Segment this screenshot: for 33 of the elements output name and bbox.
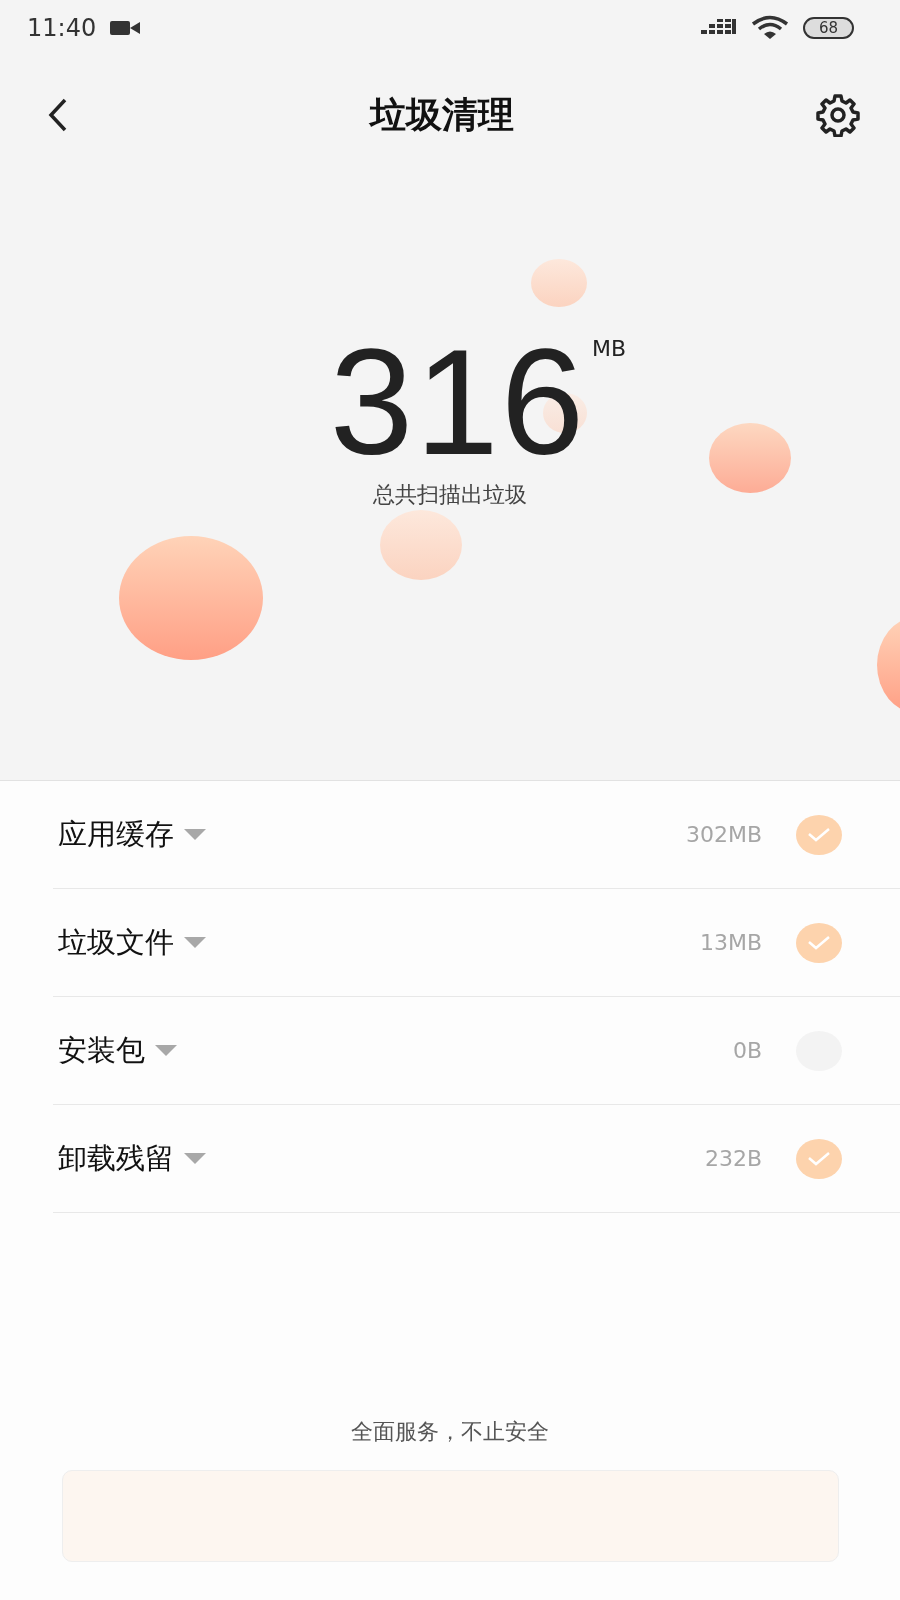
back-icon xyxy=(48,98,68,132)
junk-category-row[interactable]: 卸载残留 232B xyxy=(53,1105,900,1213)
checkbox[interactable] xyxy=(796,1138,842,1179)
category-size: 13MB xyxy=(699,930,762,955)
junk-amount: 316 xyxy=(329,334,587,470)
junk-category-row[interactable]: 安装包 0B xyxy=(53,997,900,1105)
amount-unit: MB xyxy=(592,336,627,361)
category-label: 垃圾文件 xyxy=(58,923,174,961)
caret-icon[interactable] xyxy=(184,936,206,949)
video-camera-icon xyxy=(110,18,141,38)
status-time: 11:40 xyxy=(27,14,97,42)
checkbox[interactable] xyxy=(796,922,842,963)
page-title: 垃圾清理 xyxy=(370,92,514,137)
junk-category-row[interactable]: 垃圾文件 13MB xyxy=(53,889,900,997)
category-size: 0B xyxy=(732,1038,762,1063)
checkmark-icon xyxy=(807,1150,831,1167)
caret-icon[interactable] xyxy=(184,828,206,841)
checkbox[interactable] xyxy=(796,814,842,855)
category-label: 安装包 xyxy=(58,1031,145,1069)
category-label: 卸载残留 xyxy=(58,1139,174,1177)
category-size: 302MB xyxy=(685,822,762,847)
checkmark-icon xyxy=(807,934,831,951)
caret-icon[interactable] xyxy=(184,1152,206,1165)
checkmark-icon xyxy=(807,826,831,843)
settings-icon xyxy=(816,93,860,137)
caret-icon[interactable] xyxy=(155,1044,177,1057)
junk-category-row[interactable]: 应用缓存 302MB xyxy=(53,781,900,889)
category-size: 232B xyxy=(704,1146,762,1171)
slogan-text: 全面服务，不止安全 xyxy=(351,1418,549,1446)
battery-indicator: 68 xyxy=(802,17,854,39)
category-label: 应用缓存 xyxy=(58,815,174,853)
wifi-icon xyxy=(750,15,789,41)
amount-caption: 总共扫描出垃圾 xyxy=(373,481,527,509)
